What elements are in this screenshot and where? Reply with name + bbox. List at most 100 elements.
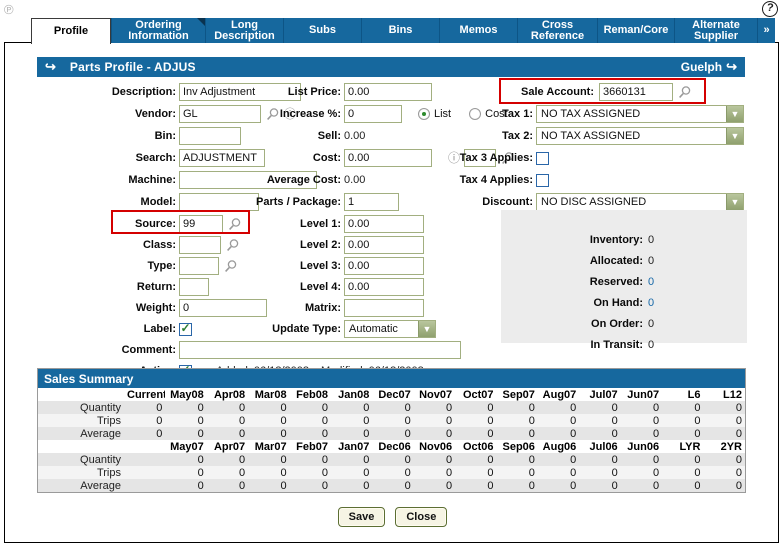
sales-cell: 0 <box>579 427 620 440</box>
sales-cell: 0 <box>207 466 248 479</box>
sales-cell: 0 <box>662 466 703 479</box>
level2-input[interactable] <box>344 236 424 254</box>
level1-label: Level 1: <box>137 218 341 230</box>
tab-label: Alternate Supplier <box>692 20 740 42</box>
inventory-row-value[interactable]: 0 <box>648 297 654 309</box>
tab-alternate-supplier[interactable]: Alternate Supplier <box>674 18 757 43</box>
tab-subs[interactable]: Subs <box>283 18 361 43</box>
sales-cell: 0 <box>207 453 248 466</box>
matrix-input[interactable] <box>344 299 424 317</box>
tax4-checkbox[interactable] <box>536 174 549 187</box>
sales-data-row: Quantity00000000000000 <box>38 453 745 466</box>
sales-cell: 0 <box>290 427 331 440</box>
sales-cell: 0 <box>621 427 662 440</box>
sales-cell: 0 <box>372 401 413 414</box>
sales-column-header: Oct07 <box>455 388 496 401</box>
tax2-dropdown[interactable]: NO TAX ASSIGNED▼ <box>536 127 744 145</box>
tax1-dropdown[interactable]: NO TAX ASSIGNED▼ <box>536 105 744 123</box>
sales-column-header: Apr08 <box>207 388 248 401</box>
profile-header-bar: ↪ Parts Profile - ADJUS Guelph ↪ <box>37 57 745 77</box>
sales-cell: 0 <box>372 414 413 427</box>
inventory-row-value[interactable]: 0 <box>648 276 654 288</box>
matrix-label: Matrix: <box>137 302 341 314</box>
sales-column-header: Jun06 <box>621 440 662 453</box>
sales-cell: 0 <box>248 453 289 466</box>
close-button[interactable]: Close <box>395 507 447 527</box>
sales-cell: 0 <box>165 479 206 492</box>
tab-bins[interactable]: Bins <box>361 18 439 43</box>
sales-cell: 0 <box>703 479 745 492</box>
tab-long-description[interactable]: Long Description <box>205 18 283 43</box>
sales-cell: 0 <box>455 414 496 427</box>
level1-input[interactable] <box>344 215 424 233</box>
increase-label: Increase %: <box>137 108 341 120</box>
sales-cell: 0 <box>331 479 372 492</box>
sales-cell: 0 <box>538 414 579 427</box>
update-type-dropdown-arrow-icon[interactable]: ▼ <box>418 321 435 337</box>
inventory-row: Reserved:0 <box>501 274 747 290</box>
inventory-row-value: 0 <box>648 255 654 267</box>
tax1-value: NO TAX ASSIGNED <box>537 106 726 122</box>
tax2-label: Tax 2: <box>367 130 533 142</box>
inventory-row: On Hand: 0 <box>501 295 747 311</box>
sales-column-header: Jul06 <box>579 440 620 453</box>
average-cost-value: 0.00 <box>344 174 365 186</box>
sales-cell: 0 <box>331 453 372 466</box>
sales-cell: 0 <box>621 466 662 479</box>
sales-cell: 0 <box>621 479 662 492</box>
help-icon[interactable]: ? <box>761 0 779 18</box>
tab-profile[interactable]: Profile <box>31 18 111 44</box>
sales-cell: 0 <box>372 466 413 479</box>
sales-cell: 0 <box>497 466 538 479</box>
update-type-dropdown[interactable]: Automatic▼ <box>344 320 436 338</box>
discount-dropdown[interactable]: NO DISC ASSIGNED▼ <box>536 193 744 211</box>
sales-column-header: Mar08 <box>248 388 289 401</box>
comment-input[interactable] <box>179 341 461 359</box>
list-price-label: List Price: <box>137 86 341 98</box>
parts-package-label: Parts / Package: <box>137 196 341 208</box>
level3-input[interactable] <box>344 257 424 275</box>
average-cost-label: Average Cost: <box>137 174 341 186</box>
level4-input[interactable] <box>344 278 424 296</box>
sales-cell: 0 <box>621 453 662 466</box>
sale-account-search-icon[interactable] <box>677 85 692 100</box>
sales-cell: 0 <box>207 479 248 492</box>
tax3-checkbox[interactable] <box>536 152 549 165</box>
sales-column-header: Aug07 <box>538 388 579 401</box>
sales-cell: 0 <box>703 453 745 466</box>
sales-cell: 0 <box>414 479 455 492</box>
sales-cell <box>124 453 165 466</box>
tab-ordering-information[interactable]: Ordering Information <box>111 18 205 43</box>
sales-data-row: Trips00000000000000 <box>38 466 745 479</box>
inventory-row-label: On Hand: <box>501 297 643 309</box>
discount-dropdown-arrow-icon[interactable]: ▼ <box>726 194 743 210</box>
sales-cell: 0 <box>290 466 331 479</box>
inventory-row-label: Inventory: <box>501 234 643 246</box>
sales-cell: 0 <box>414 401 455 414</box>
nav-back-arrow-icon[interactable]: ↪ <box>45 59 56 75</box>
sales-column-header: Feb08 <box>290 388 331 401</box>
profile-content: ↪ Parts Profile - ADJUS Guelph ↪ Descrip… <box>4 42 779 543</box>
sales-row-label <box>38 388 124 401</box>
save-button[interactable]: Save <box>338 507 386 527</box>
tax1-dropdown-arrow-icon[interactable]: ▼ <box>726 106 743 122</box>
sales-column-header: May08 <box>165 388 206 401</box>
sale-account-label: Sale Account: <box>367 86 594 98</box>
inventory-row: Inventory:0 <box>501 232 747 248</box>
sales-column-header: Sep06 <box>497 440 538 453</box>
sales-cell: 0 <box>455 427 496 440</box>
sales-column-header: Nov07 <box>414 388 455 401</box>
tab-reman-core[interactable]: Reman/Core <box>597 18 674 43</box>
sales-cell: 0 <box>248 466 289 479</box>
sale-account-input[interactable] <box>599 83 673 101</box>
sales-cell: 0 <box>455 479 496 492</box>
sales-cell: 0 <box>165 466 206 479</box>
tax2-dropdown-arrow-icon[interactable]: ▼ <box>726 128 743 144</box>
tab-more[interactable]: » <box>757 18 775 43</box>
tab-cross-reference[interactable]: Cross Reference <box>517 18 597 43</box>
nav-forward-arrow-icon[interactable]: ↪ <box>726 59 737 75</box>
sales-cell: 0 <box>372 479 413 492</box>
sales-row-label: Quantity <box>38 453 124 466</box>
sales-column-header: Jun07 <box>621 388 662 401</box>
tab-memos[interactable]: Memos <box>439 18 517 43</box>
